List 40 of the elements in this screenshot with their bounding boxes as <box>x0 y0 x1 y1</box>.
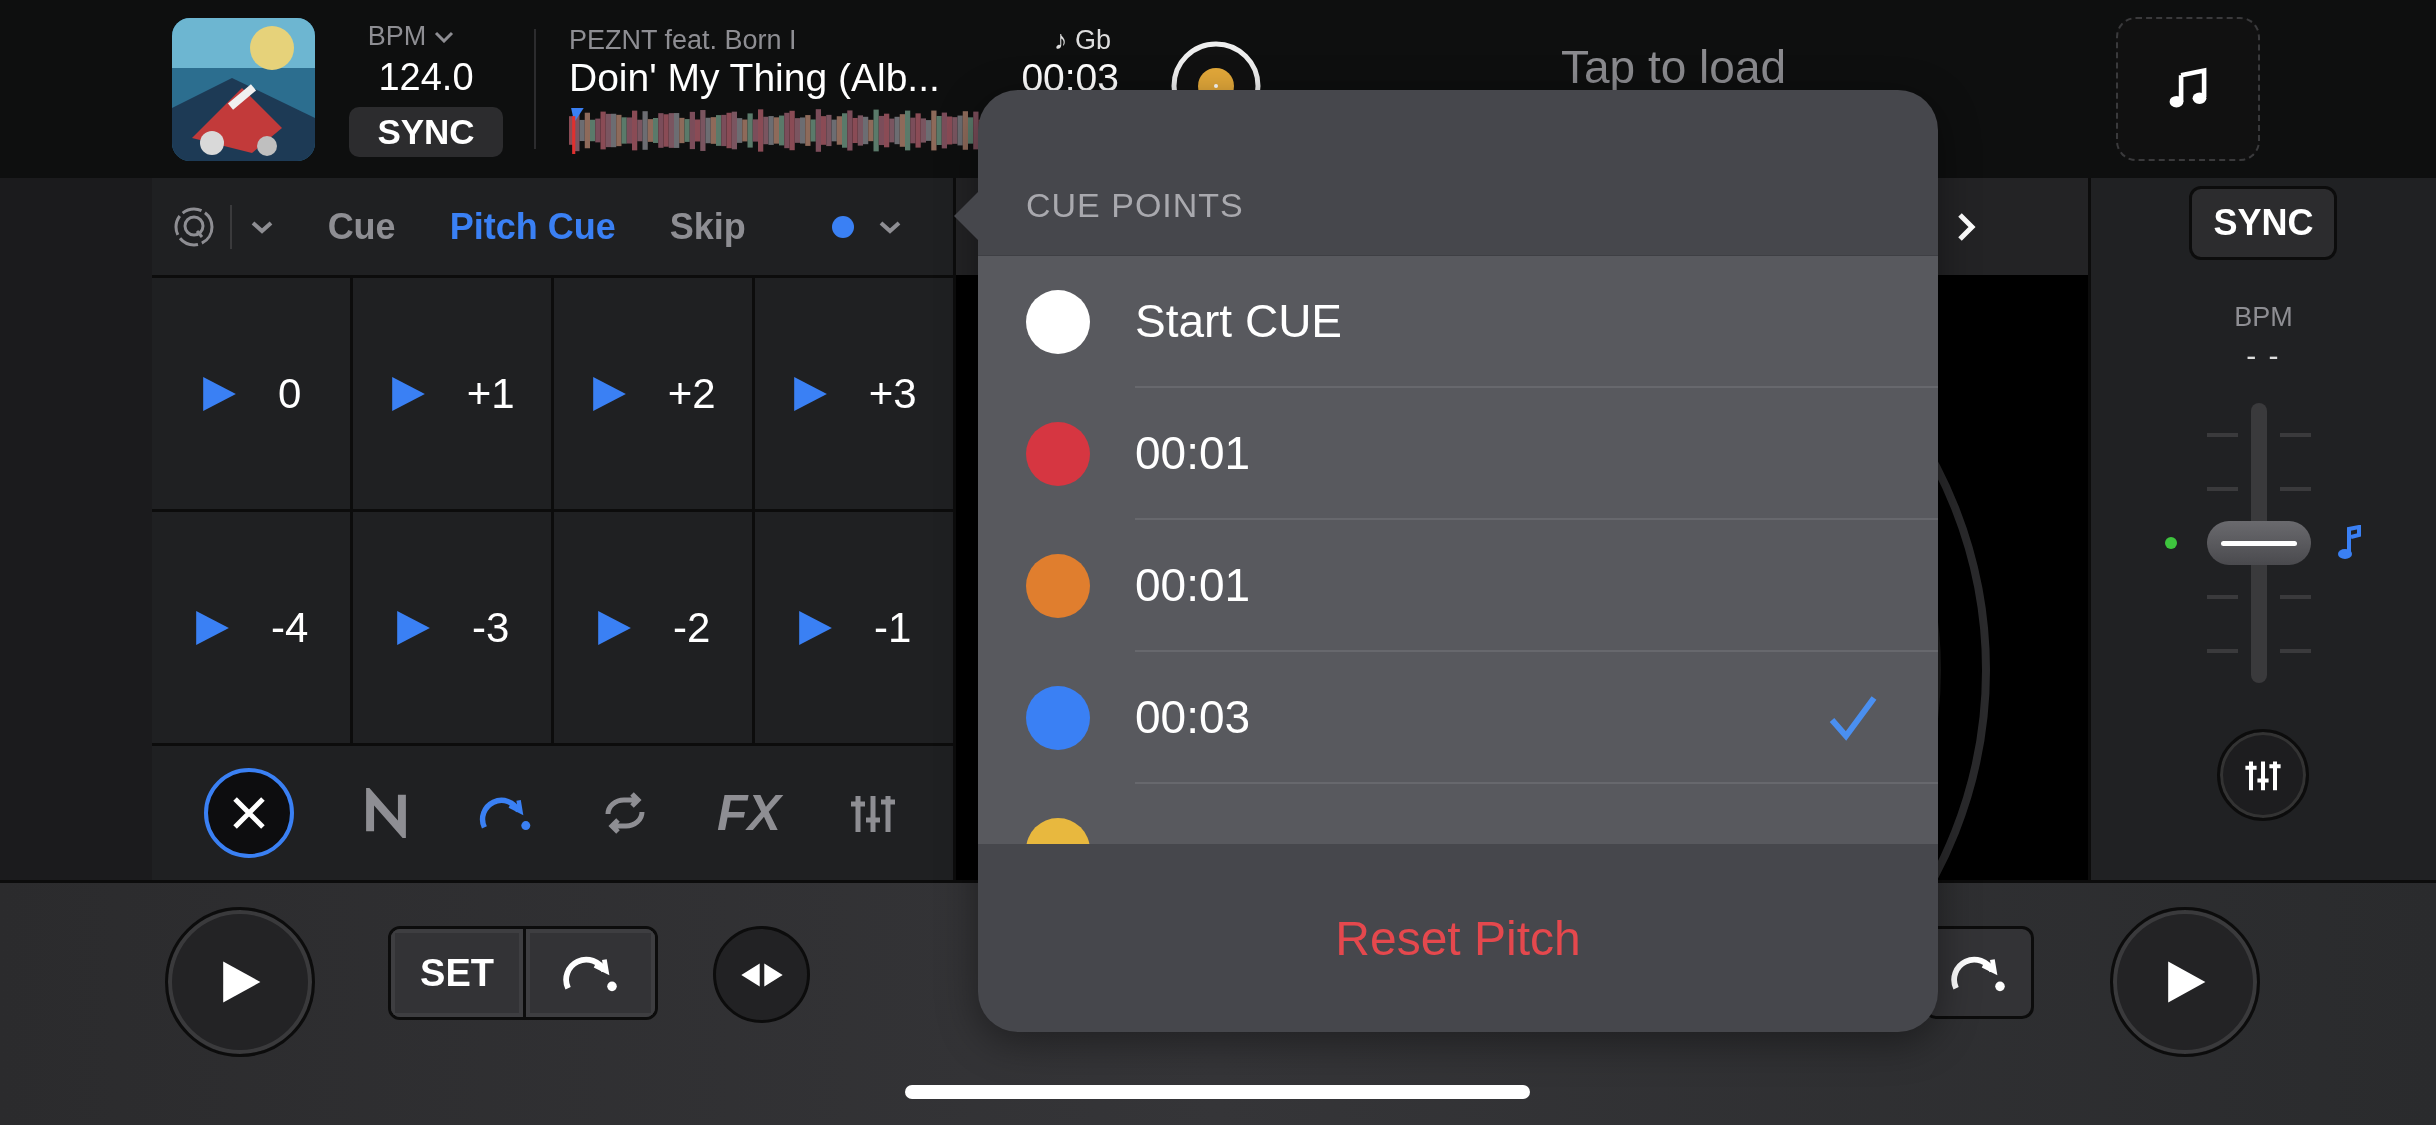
sync-button[interactable]: SYNC <box>2189 186 2338 260</box>
pitch-pad[interactable]: -1 <box>754 512 953 743</box>
mode-tab[interactable]: Cue <box>327 205 396 248</box>
cue-color-dot[interactable] <box>831 215 854 238</box>
cue-point-item[interactable]: Start CUE <box>978 256 1938 388</box>
chevron-down-icon[interactable] <box>434 30 455 43</box>
bpm-label: BPM <box>367 21 427 52</box>
track-key: Gb <box>1074 24 1111 55</box>
fx-button[interactable]: FX <box>716 784 781 842</box>
status-dot <box>2165 537 2178 549</box>
set-button[interactable]: SET <box>391 929 523 1017</box>
bpm-label: BPM <box>2234 302 2293 333</box>
cue-point-item[interactable]: 00:03 <box>978 652 1938 784</box>
bpm-value: 124.0 <box>378 56 474 99</box>
load-placeholder[interactable]: Tap to load <box>1561 40 1787 94</box>
fader-thumb[interactable] <box>2207 521 2312 565</box>
mode-tab[interactable]: Pitch Cue <box>449 205 616 248</box>
music-note-icon[interactable] <box>2337 525 2362 561</box>
popover-title: CUE POINTS <box>1026 186 1244 225</box>
track-time: 00:03 <box>1021 55 1119 100</box>
music-library-button[interactable] <box>2116 17 2260 161</box>
note-icon: ♪ <box>1053 24 1068 55</box>
chevron-down-icon[interactable] <box>249 219 274 234</box>
pitch-pad[interactable]: -2 <box>553 512 752 743</box>
track-artist: PEZNT feat. Born I <box>569 24 797 56</box>
track-title: Doin' My Thing (Alb... <box>569 55 940 100</box>
chevron-right-icon[interactable] <box>1955 211 1976 242</box>
cue-point-item[interactable]: 00:01 <box>978 520 1938 652</box>
pitch-pad[interactable]: -3 <box>352 512 551 743</box>
pitch-pad[interactable]: +1 <box>352 278 551 509</box>
pitch-pad[interactable]: +3 <box>754 278 953 509</box>
pitch-pad[interactable]: -4 <box>151 512 350 743</box>
mode-tab[interactable]: Skip <box>669 205 746 248</box>
pitch-pad[interactable]: +2 <box>553 278 752 509</box>
cue-jump-button[interactable] <box>523 929 655 1017</box>
sync-button[interactable]: SYNC <box>349 107 503 157</box>
cue-point-item[interactable]: 00:01 <box>978 388 1938 520</box>
bpm-value: - - <box>2246 339 2281 373</box>
chevron-down-icon[interactable] <box>877 219 902 234</box>
pitch-pad[interactable]: 0 <box>151 278 350 509</box>
